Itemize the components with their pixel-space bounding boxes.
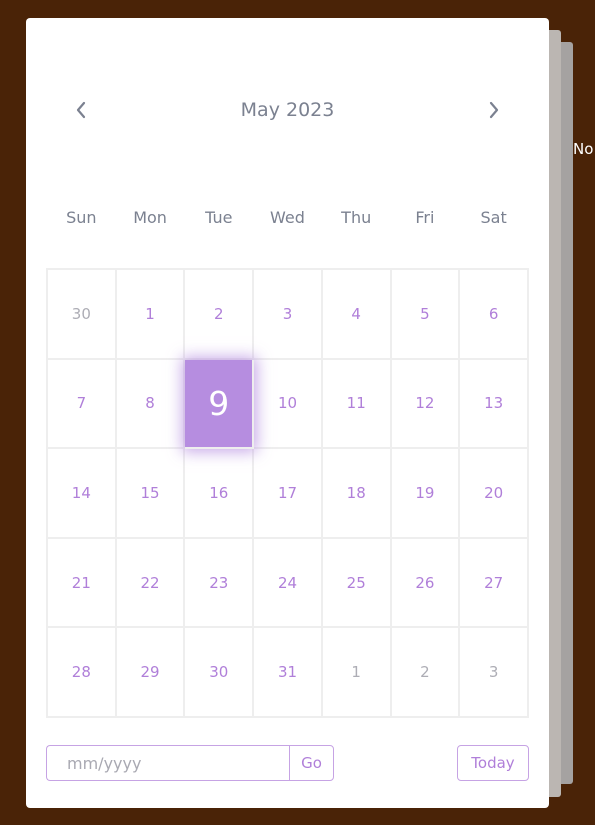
next-month-button[interactable]	[474, 90, 514, 130]
weekday-sun: Sun	[66, 208, 97, 227]
day-cell[interactable]: 27	[460, 538, 529, 629]
background-peek-text: No	[573, 140, 594, 158]
month-title: May 2023	[240, 99, 335, 121]
day-cell[interactable]: 12	[391, 359, 461, 450]
day-cell[interactable]: 30	[48, 270, 117, 360]
day-cell[interactable]: 29	[116, 628, 186, 718]
day-cell[interactable]: 19	[391, 449, 461, 539]
day-cell[interactable]: 3	[460, 628, 529, 718]
day-cell[interactable]: 3	[254, 270, 323, 360]
day-cell[interactable]: 14	[48, 449, 117, 539]
day-cell[interactable]: 7	[48, 359, 117, 450]
day-cell[interactable]: 30	[185, 628, 255, 718]
day-cell[interactable]: 21	[48, 538, 117, 629]
day-cell[interactable]: 5	[391, 270, 461, 360]
day-grid: 30 1 2 3 4 5 6 7 8 9 10 11 12 13 14 15 16 17 18 19 20 21 22 23 2…	[46, 268, 529, 718]
date-picker-card: May 2023 Sun Mon Tue Wed Thu Fri Sat 30 1…	[26, 18, 549, 808]
selected-day-cell[interactable]: 9	[185, 359, 255, 450]
day-cell[interactable]: 1	[322, 628, 392, 718]
day-cell[interactable]: 18	[322, 449, 392, 539]
weekday-thu: Thu	[341, 208, 372, 227]
day-cell[interactable]: 20	[460, 449, 529, 539]
today-button[interactable]: Today	[457, 745, 529, 781]
day-cell[interactable]: 2	[185, 270, 255, 360]
day-cell[interactable]: 16	[185, 449, 255, 539]
previous-month-button[interactable]	[61, 90, 101, 130]
month-year-input[interactable]	[46, 745, 290, 781]
day-cell[interactable]: 28	[48, 628, 117, 718]
day-cell[interactable]: 22	[116, 538, 186, 629]
day-cell[interactable]: 6	[460, 270, 529, 360]
day-cell[interactable]: 8	[116, 359, 186, 450]
day-cell[interactable]: 15	[116, 449, 186, 539]
weekday-header-row: Sun Mon Tue Wed Thu Fri Sat	[47, 206, 528, 230]
day-cell[interactable]: 4	[322, 270, 392, 360]
day-cell[interactable]: 31	[254, 628, 323, 718]
calendar-header: May 2023	[26, 90, 549, 130]
day-cell[interactable]: 2	[391, 628, 461, 718]
day-cell[interactable]: 17	[254, 449, 323, 539]
chevron-left-icon	[76, 101, 86, 119]
weekday-wed: Wed	[270, 208, 305, 227]
go-button[interactable]: Go	[289, 745, 334, 781]
weekday-tue: Tue	[205, 208, 233, 227]
weekday-fri: Fri	[415, 208, 435, 227]
chevron-right-icon	[489, 101, 499, 119]
day-cell[interactable]: 25	[322, 538, 392, 629]
day-cell[interactable]: 1	[116, 270, 186, 360]
day-cell[interactable]: 24	[254, 538, 323, 629]
weekday-sat: Sat	[480, 208, 507, 227]
day-cell[interactable]: 23	[185, 538, 255, 629]
day-cell[interactable]: 26	[391, 538, 461, 629]
day-cell[interactable]: 10	[254, 359, 323, 450]
day-cell[interactable]: 13	[460, 359, 529, 450]
day-cell[interactable]: 11	[322, 359, 392, 450]
weekday-mon: Mon	[133, 208, 167, 227]
